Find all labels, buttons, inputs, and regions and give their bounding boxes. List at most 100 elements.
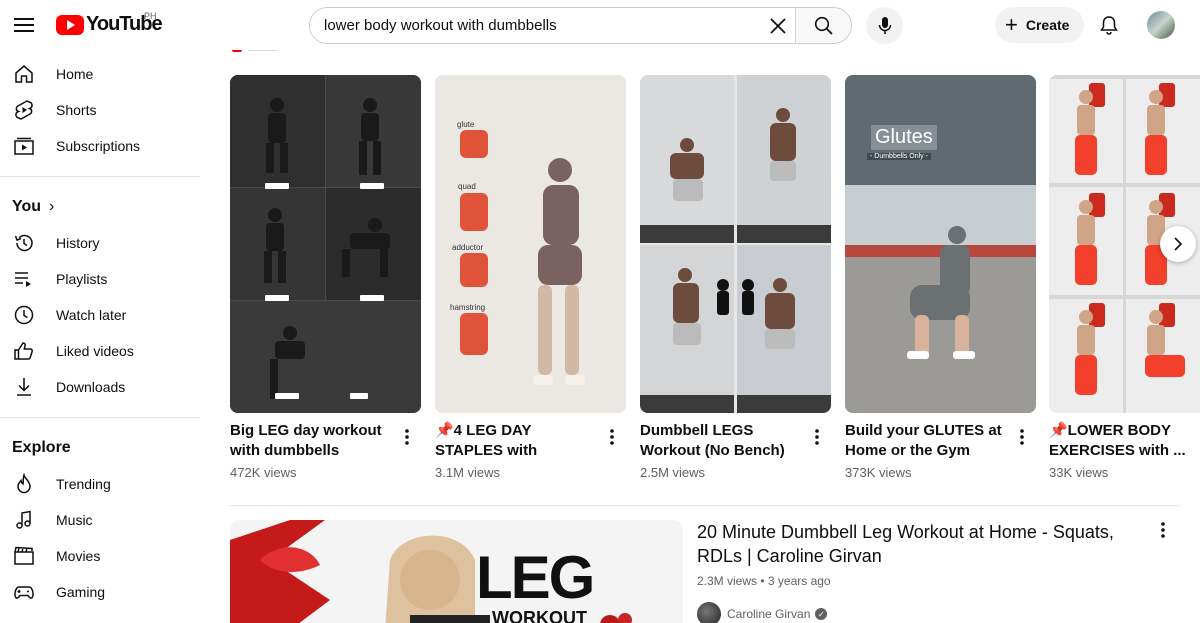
clear-icon[interactable] <box>761 8 795 43</box>
more-actions-icon[interactable] <box>399 427 415 447</box>
sidebar-divider <box>0 417 200 418</box>
overlay-label: hamstring <box>450 303 486 312</box>
sidebar-item-playlists[interactable]: Playlists <box>0 261 200 297</box>
plus-icon: + <box>1005 12 1018 37</box>
more-actions-icon[interactable] <box>1155 520 1171 540</box>
sidebar-item-label: Music <box>56 512 93 528</box>
sidebar-item-label: Movies <box>56 548 101 564</box>
sidebar-item-subscriptions[interactable]: Subscriptions <box>0 128 200 164</box>
overlay-label: glute <box>457 120 475 129</box>
sidebar-item-music[interactable]: Music <box>0 502 200 538</box>
section-heading: Explore <box>12 439 71 456</box>
more-actions-icon[interactable] <box>809 427 825 447</box>
chevron-right-icon: › <box>49 198 55 215</box>
video-meta: 2.3M views • 3 years ago <box>697 574 831 588</box>
short-thumbnail[interactable]: glute quad adductor hamstring <box>435 75 626 413</box>
video-title[interactable]: 20 Minute Dumbbell Leg Workout at Home -… <box>697 520 1157 568</box>
microphone-icon <box>878 16 891 34</box>
overlay-label: quad <box>458 182 476 191</box>
movies-icon <box>12 544 36 568</box>
short-title[interactable]: Dumbbell LEGS Workout (No Bench) #2 <box>640 421 800 461</box>
menu-icon[interactable] <box>8 9 40 41</box>
history-icon <box>12 231 36 255</box>
short-title[interactable]: 📌LOWER BODY EXERCISES with ... <box>1049 421 1194 461</box>
section-heading: You <box>12 198 42 215</box>
account-avatar[interactable] <box>1147 11 1175 39</box>
create-label: Create <box>1025 17 1070 33</box>
short-views: 472K views <box>230 465 297 480</box>
short-views: 33K views <box>1049 465 1109 480</box>
short-card[interactable]: Dumbbell LEGS Workout (No Bench) #2 2.5M… <box>640 75 831 480</box>
video-thumbnail[interactable]: LEG WORKOUT <box>230 520 683 623</box>
thumbnail-text: LEG <box>476 544 595 611</box>
carousel-next-button[interactable] <box>1160 226 1196 262</box>
more-actions-icon[interactable] <box>1014 427 1030 447</box>
notifications-bell-icon[interactable] <box>1094 9 1124 41</box>
sidebar-item-home[interactable]: Home <box>0 56 200 92</box>
short-title[interactable]: Build your GLUTES at Home or the Gym wit… <box>845 421 1005 461</box>
youtube-play-icon <box>56 14 84 35</box>
sidebar-section-explore: Explore <box>0 430 200 466</box>
search-input[interactable] <box>310 8 761 43</box>
sidebar-item-shorts[interactable]: Shorts <box>0 92 200 128</box>
sidebar-item-gaming[interactable]: Gaming <box>0 574 200 610</box>
subscriptions-icon <box>12 134 36 158</box>
sidebar-item-trending[interactable]: Trending <box>0 466 200 502</box>
more-actions-icon[interactable] <box>604 427 620 447</box>
sidebar-item-downloads[interactable]: Downloads <box>0 369 200 405</box>
trending-icon <box>12 472 36 496</box>
channel-row[interactable]: Caroline Girvan ✓ <box>697 602 1157 623</box>
overlay-label: adductor <box>452 243 484 252</box>
short-card[interactable]: Big LEG day workout with dumbbells 472K … <box>230 75 421 480</box>
shorts-shelf: Big LEG day workout with dumbbells 472K … <box>230 75 1200 495</box>
sidebar-item-watch-later[interactable]: Watch later <box>0 297 200 333</box>
short-card[interactable]: Glutes - Dumbbells Only - Build your GLU… <box>845 75 1036 480</box>
overlay-subtitle: - Dumbbells Only - <box>867 153 931 160</box>
chevron-right-icon <box>1174 237 1183 251</box>
create-button[interactable]: + Create <box>995 7 1084 43</box>
short-thumbnail[interactable] <box>640 75 831 413</box>
video-result[interactable]: LEG WORKOUT 20 Minute Dumbbell Leg Worko… <box>230 520 1180 623</box>
short-title[interactable]: 📌4 LEG DAY STAPLES with Dumbbells to ... <box>435 421 595 461</box>
thumbnail-subtext: WORKOUT <box>492 608 587 623</box>
search-box <box>309 7 852 44</box>
verified-check-icon: ✓ <box>815 608 828 620</box>
top-bar: YouTube PH + Create <box>0 0 1200 50</box>
short-thumbnail[interactable]: Glutes - Dumbbells Only - <box>845 75 1036 413</box>
voice-search-button[interactable] <box>866 7 903 44</box>
sidebar-item-liked-videos[interactable]: Liked videos <box>0 333 200 369</box>
sidebar-item-label: Gaming <box>56 584 106 600</box>
watch-later-icon <box>12 303 36 327</box>
sidebar-item-label: Downloads <box>56 379 126 395</box>
short-views: 2.5M views <box>640 465 706 480</box>
sidebar-item-history[interactable]: History <box>0 225 200 261</box>
home-icon <box>12 62 36 86</box>
sidebar-item-label: Shorts <box>56 102 97 118</box>
sidebar-section-you[interactable]: You › <box>0 189 200 225</box>
channel-name[interactable]: Caroline Girvan <box>727 607 810 621</box>
video-info: 20 Minute Dumbbell Leg Workout at Home -… <box>697 520 1157 623</box>
like-icon <box>12 339 36 363</box>
sidebar-divider <box>0 176 200 177</box>
region-code: PH <box>144 11 157 21</box>
sidebar-item-movies[interactable]: Movies <box>0 538 200 574</box>
download-icon <box>12 375 36 399</box>
short-card[interactable]: 📌LOWER BODY EXERCISES with ... 33K views <box>1049 75 1200 480</box>
short-thumbnail[interactable] <box>230 75 421 413</box>
sidebar-item-label: Subscriptions <box>56 138 141 154</box>
short-card[interactable]: glute quad adductor hamstring 📌4 LEG DAY… <box>435 75 626 480</box>
sidebar: Home Shorts Subscriptions You › History … <box>0 56 200 623</box>
sidebar-item-label: Trending <box>56 476 111 492</box>
search-button[interactable] <box>795 8 851 43</box>
sidebar-item-label: Playlists <box>56 271 108 287</box>
overlay-title: Glutes <box>871 125 937 150</box>
gaming-icon <box>12 580 36 604</box>
search-icon <box>814 16 833 35</box>
channel-avatar[interactable] <box>697 602 721 623</box>
sidebar-item-label: Watch later <box>56 307 127 323</box>
playlists-icon <box>12 267 36 291</box>
short-views: 373K views <box>845 465 912 480</box>
short-title[interactable]: Big LEG day workout with dumbbells <box>230 421 390 461</box>
sidebar-item-label: Liked videos <box>56 343 134 359</box>
sidebar-item-label: Home <box>56 66 94 82</box>
